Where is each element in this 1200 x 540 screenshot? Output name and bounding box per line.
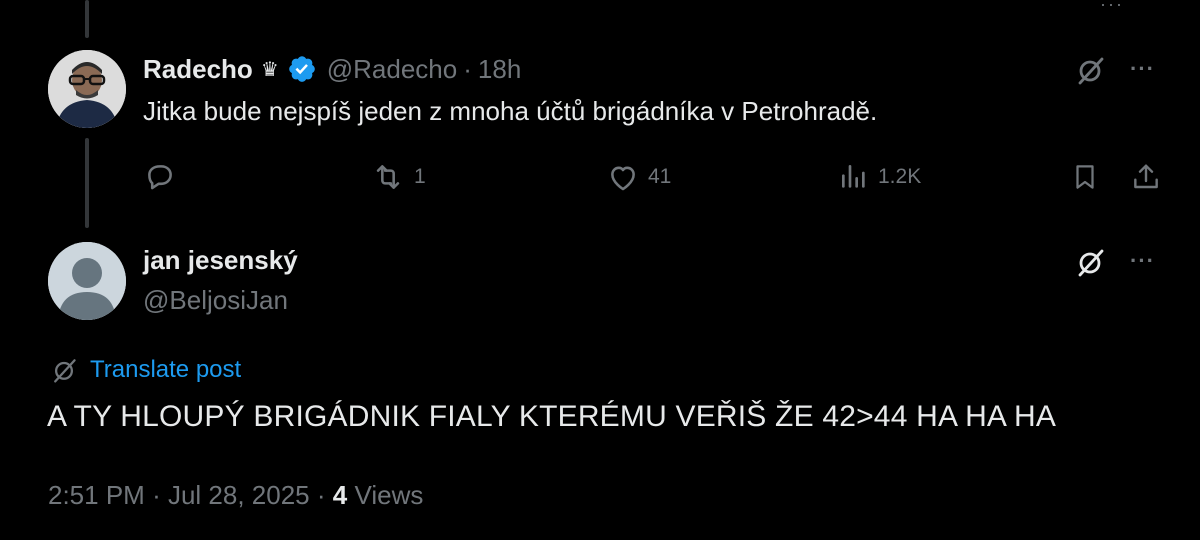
views-count: 1.2K [878, 165, 922, 188]
avatar-photo [48, 50, 126, 128]
comment-icon [148, 165, 172, 190]
repost-count: 1 [414, 165, 426, 188]
repost-action-button[interactable]: 1 [370, 160, 426, 194]
post-date[interactable]: Jul 28, 2025 [168, 480, 310, 510]
like-count: 41 [648, 165, 672, 188]
reply-action-button[interactable] [143, 160, 185, 194]
translate-post-link[interactable]: Translate post [50, 356, 241, 384]
avatar-radecho[interactable] [48, 50, 126, 128]
verified-badge-icon[interactable] [287, 54, 317, 84]
bookmark-icon [1076, 165, 1094, 189]
reply-more-icon[interactable]: ··· [1130, 56, 1155, 82]
avatar-default[interactable] [48, 242, 126, 320]
views-action-button[interactable]: 1.2K [838, 160, 921, 194]
post-text: A TY HLOUPÝ BRIGÁDNIK FIALY KTERÉMU VEŘI… [47, 400, 1057, 433]
translate-icon [54, 359, 76, 383]
reply-header: Radecho ♛ @Radecho · 18h [143, 52, 521, 86]
analytics-icon [842, 165, 865, 188]
translate-slash-icon [1078, 57, 1104, 85]
author-handle[interactable]: @BeljosiJan [143, 285, 288, 316]
author-display-name[interactable]: jan jesenský [143, 245, 298, 276]
tweet-thread-view: ··· Radecho ♛ @Radecho · 18h ··· Jitka b… [0, 0, 1200, 540]
post-more-icon[interactable]: ··· [1130, 248, 1155, 274]
reply-display-name[interactable]: Radecho [143, 54, 253, 85]
thread-line [85, 138, 89, 228]
reply-timestamp[interactable]: 18h [478, 54, 521, 85]
post-views-label: Views [354, 480, 424, 510]
share-icon [1134, 164, 1158, 189]
previous-more-icon[interactable]: ··· [1100, 0, 1124, 15]
bookmark-button[interactable] [1070, 160, 1100, 194]
crown-badge-icon: ♛ [260, 58, 279, 81]
repost-icon [376, 165, 400, 189]
post-views-count[interactable]: 4 [333, 480, 347, 510]
translate-post-label[interactable]: Translate post [90, 356, 241, 384]
translate-toggle-button[interactable] [1074, 54, 1106, 86]
share-button[interactable] [1130, 160, 1162, 194]
translate-slash-icon [1078, 249, 1104, 277]
translate-toggle-button[interactable] [1074, 246, 1106, 278]
post-time[interactable]: 2:51 PM [48, 480, 145, 510]
thread-line-top [85, 0, 89, 38]
reply-text: Jitka bude nejspíš jeden z mnoha účtů br… [143, 96, 878, 126]
reply-handle[interactable]: @Radecho [327, 54, 457, 85]
separator-dot: · [463, 53, 472, 84]
default-profile-icon [48, 242, 126, 320]
separator-dot: · [152, 480, 161, 510]
separator-dot: · [316, 480, 326, 510]
like-action-button[interactable]: 41 [606, 160, 671, 194]
post-meta: 2:51 PM · Jul 28, 2025 · 4 Views [48, 480, 423, 511]
heart-icon [611, 166, 635, 191]
